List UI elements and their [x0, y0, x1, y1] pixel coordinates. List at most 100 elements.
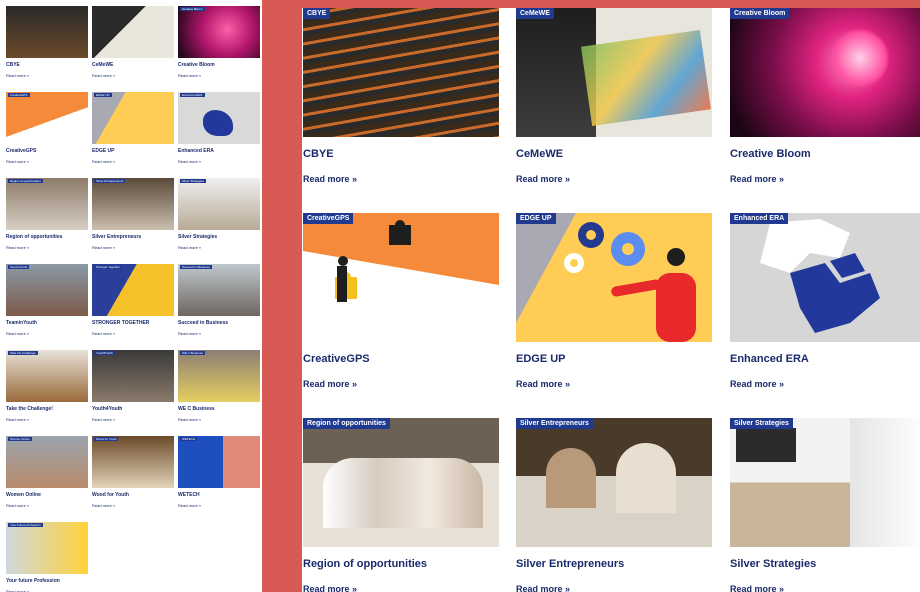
thumb-read-more[interactable]: Read more »	[92, 159, 174, 164]
thumb-item[interactable]: EDGE UP EDGE UP Read more »	[92, 92, 174, 164]
thumb-tag: Take the Challenge	[8, 351, 38, 355]
read-more-link[interactable]: Read more »	[516, 379, 570, 389]
read-more-link[interactable]: Read more »	[303, 584, 357, 592]
project-card[interactable]: Region of opportunities Region of opport…	[303, 418, 499, 592]
thumb-read-more[interactable]: Read more »	[6, 331, 88, 336]
puzzle-thumb-image: CreativeGPS	[6, 92, 88, 144]
puzzle-illustration: CreativeGPS	[303, 213, 499, 342]
read-more-link[interactable]: Read more »	[303, 174, 357, 184]
read-more-link[interactable]: Read more »	[516, 584, 570, 592]
meeting-thumb-image: Silver Strategies	[178, 178, 260, 230]
project-card[interactable]: CBYE CBYE Read more »	[303, 8, 499, 187]
thumb-item[interactable]: WETECH WETECH Read more »	[178, 436, 260, 508]
page-gap	[262, 0, 302, 592]
thumb-read-more[interactable]: Read more »	[92, 245, 174, 250]
board-game-photo: CeMeWE	[516, 8, 712, 137]
thumb-title: EDGE UP	[92, 148, 115, 154]
board-game-thumb-image	[92, 6, 174, 58]
thumb-title: Your future Profession	[6, 578, 60, 584]
read-more-link[interactable]: Read more »	[730, 379, 784, 389]
card-title[interactable]: Creative Bloom	[730, 148, 920, 160]
read-more-link[interactable]: Read more »	[730, 174, 784, 184]
thumb-tag: Enhanced ERA	[180, 93, 205, 97]
thumb-item[interactable]: Women Online Women Online Read more »	[6, 436, 88, 508]
project-card[interactable]: Silver Entrepreneurs Silver Entrepreneur…	[516, 418, 712, 592]
card-title[interactable]: Region of opportunities	[303, 558, 499, 570]
thumb-read-more[interactable]: Read more »	[92, 417, 174, 422]
wood-youth-thumb-image: Wood for Youth	[92, 436, 174, 488]
card-title[interactable]: Enhanced ERA	[730, 353, 920, 365]
team-thumb-image: Region of opportunities	[6, 178, 88, 230]
thumb-read-more[interactable]: Read more »	[6, 245, 88, 250]
thumb-item[interactable]: Region of opportunities Region of opport…	[6, 178, 88, 250]
gears-illustration: EDGE UP	[516, 213, 712, 342]
thumb-tag: EDGE UP	[94, 93, 112, 97]
card-title[interactable]: Silver Strategies	[730, 558, 920, 570]
thumb-item[interactable]: Youth4Youth Youth4Youth Read more »	[92, 350, 174, 422]
business-thumb-image: Succeed in Business	[178, 264, 260, 316]
thumb-read-more[interactable]: Read more »	[178, 245, 260, 250]
thumb-read-more[interactable]: Read more »	[92, 503, 174, 508]
thumb-item[interactable]: Silver Strategies Silver Strategies Read…	[178, 178, 260, 250]
thumb-tag: WETECH	[180, 437, 197, 441]
top-band	[262, 0, 920, 8]
card-title[interactable]: Silver Entrepreneurs	[516, 558, 712, 570]
thumb-item[interactable]: Your Future Profession Your future Profe…	[6, 522, 88, 592]
thumb-item[interactable]: Succeed in Business Succeed in Business …	[178, 264, 260, 336]
thumb-read-more[interactable]: Read more »	[178, 159, 260, 164]
project-card[interactable]: EDGE UP EDGE UP Read more »	[516, 213, 712, 392]
thumb-item[interactable]: TeaminYouth TeaminYouth Read more »	[6, 264, 88, 336]
thumb-read-more[interactable]: Read more »	[6, 73, 88, 78]
thumb-title: Creative Bloom	[178, 62, 215, 68]
project-card[interactable]: CreativeGPS CreativeGPS Read more »	[303, 213, 499, 392]
thumb-item[interactable]: WE C Business WE C Business Read more »	[178, 350, 260, 422]
thumb-item[interactable]: CreativeGPS CreativeGPS Read more »	[6, 92, 88, 164]
thumb-item[interactable]: CBYE Read more »	[6, 6, 88, 78]
card-title[interactable]: CreativeGPS	[303, 353, 499, 365]
thumb-tag: CreativeGPS	[8, 93, 30, 97]
thumb-item[interactable]: Silver Entrepreneurs Silver Entrepreneur…	[92, 178, 174, 250]
thumb-title: Wood for Youth	[92, 492, 129, 498]
project-card[interactable]: Enhanced ERA Enhanced ERA Read more »	[730, 213, 920, 392]
card-title[interactable]: EDGE UP	[516, 353, 712, 365]
thumb-read-more[interactable]: Read more »	[178, 331, 260, 336]
thumb-title: Women Online	[6, 492, 41, 498]
thumb-item[interactable]: Take the Challenge Take the Challenge! R…	[6, 350, 88, 422]
thumb-item[interactable]: Creative Bloom Creative Bloom Read more …	[178, 6, 260, 78]
project-card[interactable]: Creative Bloom Creative Bloom Read more …	[730, 8, 920, 187]
thumb-tag: TeaminYouth	[8, 265, 30, 269]
project-grid-page: CBYE CBYE Read more » CeMeWE CeMeWE Read…	[302, 8, 920, 592]
thumb-read-more[interactable]: Read more »	[6, 503, 88, 508]
thumb-title: Region of opportunities	[6, 234, 63, 240]
flower-head-art: Creative Bloom	[730, 8, 920, 137]
card-title[interactable]: CBYE	[303, 148, 499, 160]
youth-thumb-image: TeaminYouth	[6, 264, 88, 316]
card-badge: Enhanced ERA	[730, 213, 789, 224]
thumb-read-more[interactable]: Read more »	[178, 417, 260, 422]
thumb-read-more[interactable]: Read more »	[92, 73, 174, 78]
wetech-thumb-image: WETECH	[178, 436, 260, 488]
project-card[interactable]: CeMeWE CeMeWE Read more »	[516, 8, 712, 187]
thumb-title: Enhanced ERA	[178, 148, 214, 154]
thumb-item[interactable]: Wood for Youth Wood for Youth Read more …	[92, 436, 174, 508]
thumb-read-more[interactable]: Read more »	[6, 417, 88, 422]
thumb-read-more[interactable]: Read more »	[178, 503, 260, 508]
read-more-link[interactable]: Read more »	[516, 174, 570, 184]
read-more-link[interactable]: Read more »	[730, 584, 784, 592]
card-title[interactable]: CeMeWE	[516, 148, 712, 160]
thumb-item[interactable]: Enhanced ERA Enhanced ERA Read more »	[178, 92, 260, 164]
thumb-tag: WE C Business	[180, 351, 205, 355]
card-badge: CreativeGPS	[303, 213, 354, 224]
thumb-item[interactable]: Stronger Together STRONGER TOGETHER Read…	[92, 264, 174, 336]
card-badge: CBYE	[303, 8, 331, 19]
thumb-item[interactable]: CeMeWE Read more »	[92, 6, 174, 78]
read-more-link[interactable]: Read more »	[303, 379, 357, 389]
thumb-read-more[interactable]: Read more »	[6, 159, 88, 164]
thumb-read-more[interactable]: Read more »	[178, 73, 260, 78]
thumb-tag: Silver Strategies	[180, 179, 206, 183]
thumb-tag: Silver Entrepreneurs	[94, 179, 126, 183]
thumb-read-more[interactable]: Read more »	[92, 331, 174, 336]
project-card[interactable]: Silver Strategies Silver Strategies Read…	[730, 418, 920, 592]
thumb-tag: Your Future Profession	[8, 523, 43, 527]
thumb-title: Youth4Youth	[92, 406, 123, 412]
